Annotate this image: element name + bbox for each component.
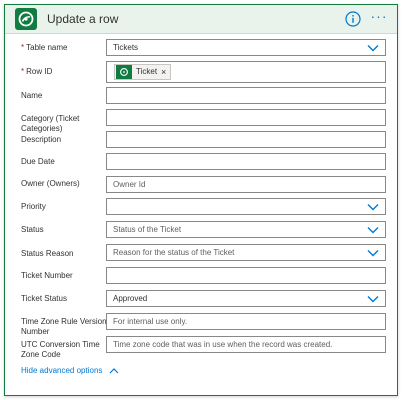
field-label: Time Zone Rule Version Number — [21, 317, 109, 337]
field-label: * Row ID — [21, 67, 109, 77]
required-marker: * — [21, 67, 25, 76]
dropdown-field[interactable]: Reason for the status of the Ticket — [106, 244, 386, 261]
field-label: * Table name — [21, 43, 109, 53]
chevron-down-icon — [367, 227, 379, 234]
field-value: Tickets — [113, 43, 139, 52]
text-field[interactable] — [106, 109, 386, 126]
action-header[interactable]: Update a row ··· — [5, 5, 397, 34]
text-field[interactable]: Time zone code that was in use when the … — [106, 336, 386, 353]
field-label-text: Owner (Owners) — [21, 179, 80, 188]
field-label-text: Ticket Number — [21, 271, 73, 280]
text-field[interactable] — [106, 131, 386, 148]
field-placeholder: For internal use only. — [113, 317, 188, 326]
dataverse-logo-icon — [15, 8, 37, 30]
field-label: Ticket Number — [21, 271, 109, 281]
hide-advanced-options-link[interactable]: Hide advanced options — [21, 366, 119, 375]
dropdown-field[interactable]: Status of the Ticket — [106, 221, 386, 238]
field-label-text: Description — [21, 135, 62, 144]
field-label-text: Ticket Status — [21, 294, 67, 303]
text-field[interactable] — [106, 153, 386, 170]
dynamic-content-token[interactable]: Ticket × — [114, 64, 172, 80]
field-label-text: Status — [21, 225, 44, 234]
chevron-down-icon — [367, 250, 379, 257]
field-label-text: Row ID — [26, 67, 53, 76]
action-title: Update a row — [47, 12, 119, 26]
field-label-text: Table name — [26, 43, 68, 52]
field-label: Owner (Owners) — [21, 179, 109, 189]
text-field[interactable]: For internal use only. — [106, 313, 386, 330]
chevron-down-icon — [367, 296, 379, 303]
field-label-text: Status Reason — [21, 249, 74, 258]
field-label: Status Reason — [21, 249, 109, 259]
chevron-up-icon — [109, 368, 119, 374]
field-label: Due Date — [21, 157, 109, 167]
field-label-text: UTC Conversion Time Zone Code — [21, 340, 100, 359]
text-field[interactable] — [106, 267, 386, 284]
field-label: Priority — [21, 202, 109, 212]
field-label: Category (Ticket Categories) — [21, 114, 109, 134]
required-marker: * — [21, 43, 25, 52]
field-value: Approved — [113, 294, 148, 303]
field-placeholder: Time zone code that was in use when the … — [113, 340, 333, 349]
text-field[interactable]: Owner Id — [106, 176, 386, 193]
row-id-input[interactable]: Ticket × — [106, 61, 386, 83]
field-placeholder: Reason for the status of the Ticket — [113, 248, 235, 257]
token-label: Ticket — [136, 67, 158, 76]
field-label-text: Due Date — [21, 157, 55, 166]
info-icon[interactable] — [344, 10, 362, 28]
field-label-text: Priority — [21, 202, 46, 211]
field-label: Ticket Status — [21, 294, 109, 304]
field-label-text: Time Zone Rule Version Number — [21, 317, 107, 336]
field-label: Status — [21, 225, 109, 235]
field-label-text: Category (Ticket Categories) — [21, 114, 80, 133]
dropdown-field[interactable]: Approved — [106, 290, 386, 307]
field-label: Description — [21, 135, 109, 145]
field-placeholder: Owner Id — [113, 180, 146, 189]
chevron-down-icon — [367, 45, 379, 52]
field-label: Name — [21, 91, 109, 101]
text-field[interactable] — [106, 87, 386, 104]
hide-advanced-options-label: Hide advanced options — [21, 366, 103, 375]
field-placeholder: Status of the Ticket — [113, 225, 182, 234]
token-remove-icon[interactable]: × — [161, 67, 166, 77]
dropdown-field[interactable]: Tickets — [106, 39, 386, 56]
more-options-button[interactable]: ··· — [369, 9, 389, 27]
field-label-text: Name — [21, 91, 43, 100]
dataverse-token-icon — [116, 65, 132, 79]
action-card: Update a row ··· * Table name Tickets * Row … — [4, 4, 398, 396]
chevron-down-icon — [367, 204, 379, 211]
dropdown-field[interactable] — [106, 198, 386, 215]
field-label: UTC Conversion Time Zone Code — [21, 340, 109, 360]
